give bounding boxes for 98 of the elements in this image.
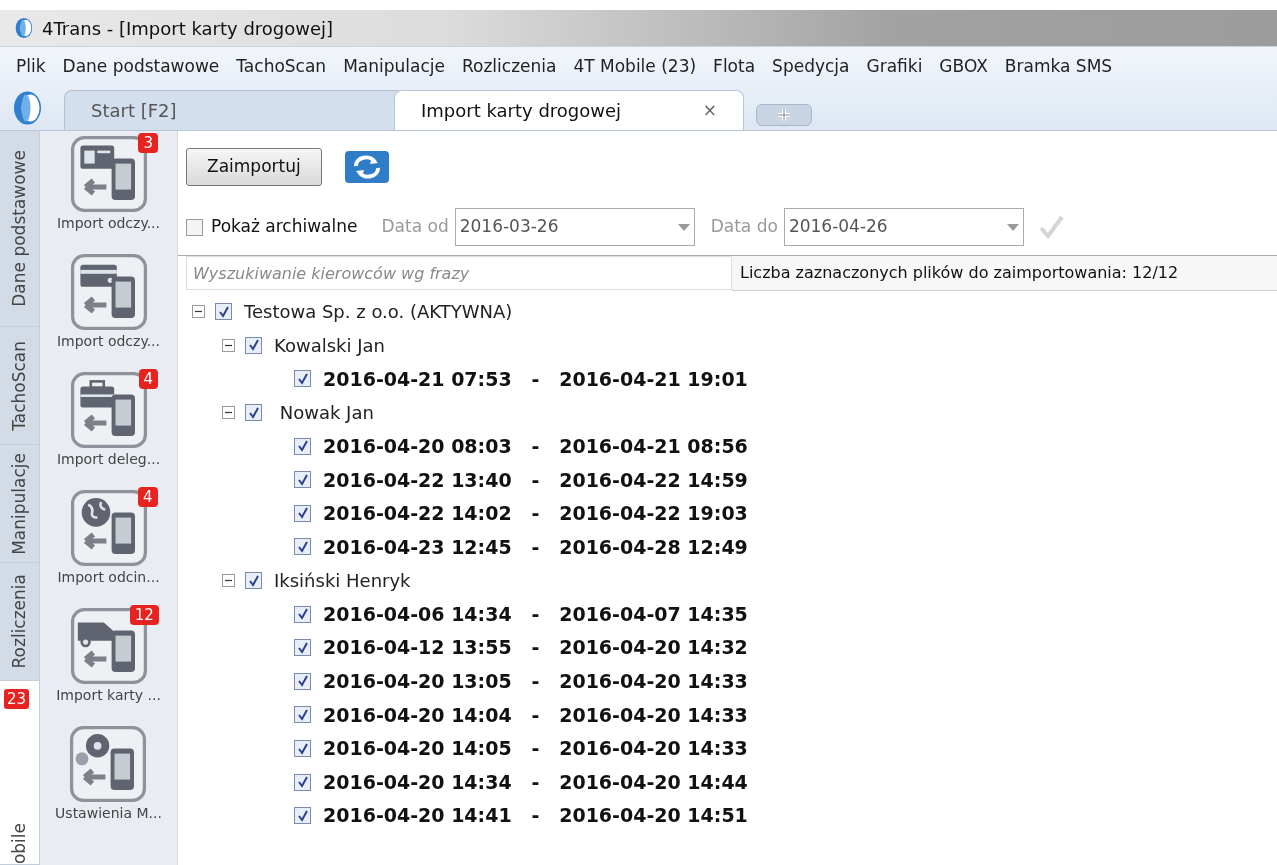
plus-icon [776, 107, 792, 123]
check-icon [296, 473, 309, 486]
count-badge: 12 [129, 605, 159, 625]
checkbox[interactable] [294, 437, 311, 455]
side-tab[interactable]: TachoScan [0, 327, 39, 445]
trip-period: 2016-04-20 14:34 - 2016-04-20 14:44 [323, 769, 748, 795]
module-button[interactable]: Ustawienia M... [55, 725, 162, 843]
trip-period: 2016-04-22 14:02 - 2016-04-22 19:03 [323, 501, 748, 527]
check-icon [296, 440, 309, 453]
count-badge: 23 [4, 689, 30, 709]
trip-period: 2016-04-21 07:53 - 2016-04-21 19:01 [323, 366, 748, 392]
checkbox[interactable] [294, 504, 311, 522]
checkbox[interactable] [294, 807, 311, 825]
trip-period: 2016-04-20 14:41 - 2016-04-20 14:51 [323, 803, 748, 829]
menu-item[interactable]: Rozliczenia [453, 54, 565, 80]
menu-item[interactable]: Dane podstawowe [54, 54, 228, 80]
check-icon [296, 507, 309, 520]
checkbox[interactable] [294, 639, 311, 657]
menu-item[interactable]: Manipulacje [335, 54, 453, 80]
menu-item[interactable]: TachoScan [228, 54, 335, 80]
trip-period: 2016-04-20 14:04 - 2016-04-20 14:33 [323, 702, 748, 728]
check-icon [296, 540, 309, 553]
module-button[interactable]: 4 Import deleg... [56, 371, 161, 489]
side-tab[interactable]: obile 23 [0, 681, 39, 865]
side-tab[interactable]: Manipulacje [0, 445, 39, 563]
dropdown-arrow-icon [1006, 223, 1019, 231]
close-button[interactable]: × [702, 97, 717, 124]
check-icon [247, 574, 260, 587]
menu-item[interactable]: Flota [705, 54, 764, 80]
refresh-icon[interactable] [343, 149, 390, 185]
trip-period: 2016-04-06 14:34 - 2016-04-07 14:35 [323, 601, 748, 627]
check-icon [296, 373, 309, 385]
selection-count: Liczba zaznaczonych plików do zaimportowania: 12/12 [740, 262, 1179, 284]
expand-toggle[interactable] [222, 574, 235, 588]
check-icon [296, 742, 309, 755]
archive-label: Pokaż archiwalne [211, 215, 358, 239]
check-icon [296, 641, 309, 654]
checkbox[interactable] [294, 605, 311, 623]
trip-period: 2016-04-20 14:05 - 2016-04-20 14:33 [323, 736, 748, 762]
trip-period: 2016-04-20 13:05 - 2016-04-20 14:33 [323, 669, 748, 695]
date-from-label: Data od [381, 215, 449, 239]
module-button[interactable]: 3 Import odczy... [56, 135, 161, 253]
check-icon [296, 809, 309, 822]
module-button[interactable]: 4 Import odcin... [57, 489, 160, 607]
checkbox[interactable] [294, 538, 311, 556]
checkbox[interactable] [294, 740, 311, 757]
date-from-field[interactable]: 2016-03-26 [454, 208, 695, 246]
driver-name: Iksiński Henryk [274, 569, 411, 594]
search-field[interactable]: Wyszukiwanie kierowców wg frazy [186, 256, 732, 290]
driver-name: Nowak Jan [278, 401, 374, 426]
menu-item[interactable]: GBOX [931, 54, 996, 80]
count-badge: 3 [138, 133, 159, 153]
menu-item[interactable]: Grafiki [858, 54, 931, 80]
check-icon [247, 339, 260, 352]
trip-period: 2016-04-22 13:40 - 2016-04-22 14:59 [323, 467, 748, 493]
module-icon [69, 725, 148, 803]
menu-item[interactable]: Plik [8, 54, 54, 80]
date-to-field[interactable]: 2016-04-26 [783, 208, 1024, 246]
trip-period: 2016-04-12 13:55 - 2016-04-20 14:32 [323, 635, 748, 661]
expand-toggle[interactable] [222, 338, 235, 352]
checkbox[interactable] [294, 706, 311, 724]
count-badge: 4 [138, 487, 158, 507]
module-button[interactable]: Import odczy... [56, 253, 161, 371]
checkbox[interactable] [215, 303, 232, 321]
check-icon [247, 406, 260, 419]
trip-period: 2016-04-20 08:03 - 2016-04-21 08:56 [323, 433, 748, 459]
check-icon [217, 305, 230, 318]
tab[interactable]: Import karty drogowej × [394, 90, 744, 130]
side-tab[interactable]: Rozliczenia [0, 563, 39, 681]
check-icon [296, 608, 309, 621]
module-button[interactable]: 12 Import karty ... [56, 607, 161, 725]
expand-toggle[interactable] [222, 406, 235, 420]
checkbox[interactable] [245, 336, 262, 354]
checkbox[interactable] [294, 773, 311, 791]
menu-item[interactable]: 4T Mobile (23) [565, 54, 705, 80]
checkbox[interactable] [294, 370, 311, 388]
expand-toggle[interactable] [192, 305, 205, 319]
date-to-label: Data do [710, 215, 778, 239]
driver-name: Kowalski Jan [274, 333, 385, 358]
side-tab[interactable]: Dane podstawowe [0, 131, 39, 327]
company-name: Testowa Sp. z o.o. (AKTYWNA) [244, 300, 513, 325]
module-icon [69, 253, 148, 331]
check-icon [296, 776, 309, 789]
menu-item[interactable]: Bramka SMS [996, 54, 1121, 80]
count-badge: 4 [138, 369, 159, 389]
check-icon[interactable] [1037, 215, 1064, 239]
checkbox[interactable] [186, 218, 203, 236]
check-icon [296, 708, 309, 721]
checkbox[interactable] [294, 471, 311, 489]
checkbox[interactable] [294, 672, 311, 690]
trip-period: 2016-04-23 12:45 - 2016-04-28 12:49 [323, 534, 748, 560]
checkbox[interactable] [245, 404, 262, 422]
check-icon [296, 675, 309, 688]
window-title: 4Trans - [Import karty drogowej] [42, 16, 334, 41]
checkbox[interactable] [245, 572, 262, 590]
dropdown-arrow-icon [677, 223, 690, 231]
import-button[interactable]: Zaimportuj [186, 148, 322, 186]
menu-item[interactable]: Spedycja [764, 54, 858, 80]
